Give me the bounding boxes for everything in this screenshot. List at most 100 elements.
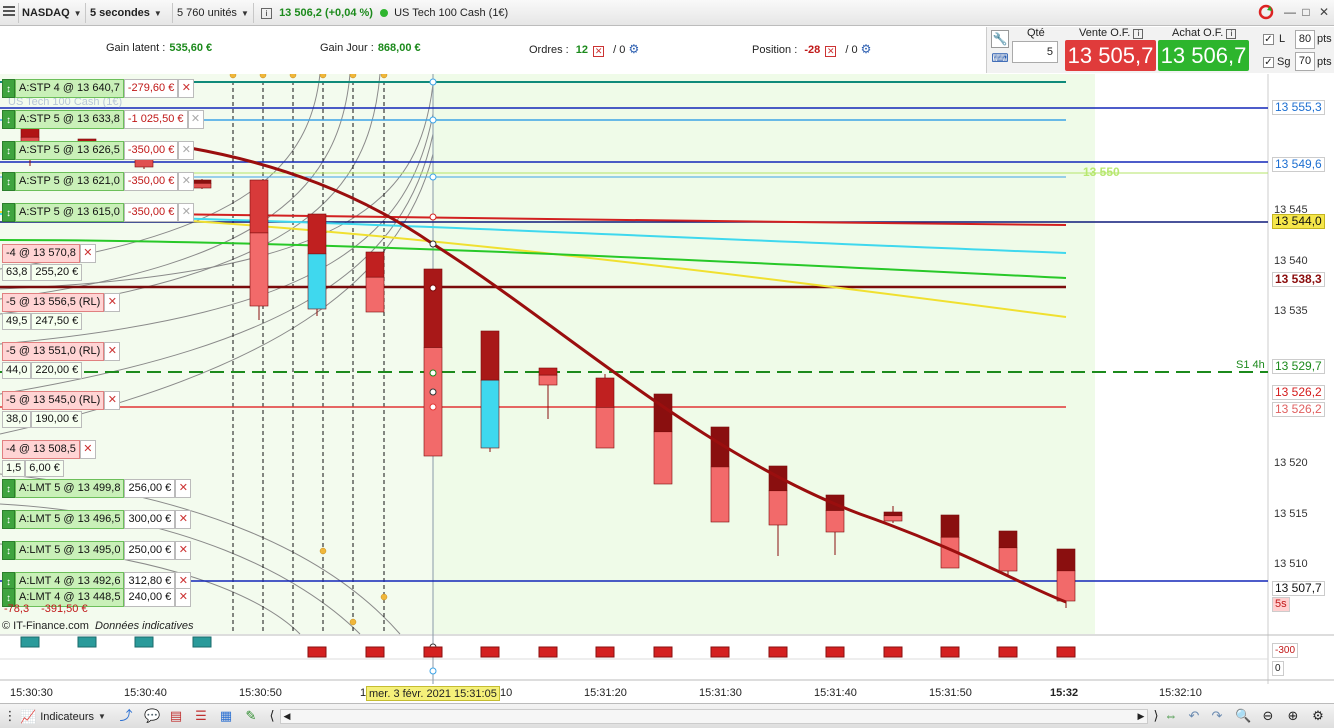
candle-body[interactable] [538,367,558,376]
candle-body[interactable] [1056,548,1076,572]
stop-order-tag[interactable]: ↕ A:STP 5 @ 13 615,0 -350,00 € ✕ [2,203,195,222]
share-icon[interactable]: ⤴ [118,708,134,724]
candle-body[interactable] [192,179,212,184]
position-tag[interactable]: -4 @ 13 570,8 ✕ [2,244,96,263]
limit-checkbox[interactable]: ✓ [1263,34,1274,45]
orderbook-icon[interactable]: ▤ [168,708,184,724]
drag-handle-icon[interactable]: ↕ [2,479,15,498]
interval-selector[interactable]: 5 secondes ▼ [90,4,162,22]
buy-button[interactable]: 13 506,7 [1158,40,1249,71]
cancel-order-icon[interactable]: ✕ [175,510,192,529]
wrench-icon[interactable]: 🔧 [991,30,1009,48]
stop-order-tag[interactable]: ↕ A:STP 5 @ 13 621,0 -350,00 € ✕ [2,172,195,191]
price-axis-label[interactable]: 13 555,3 [1272,100,1325,115]
zoom-out-icon[interactable]: ⊖ [1260,708,1276,724]
candle-body[interactable] [480,330,500,381]
close-position-icon[interactable]: ✕ [79,440,96,459]
candle-body[interactable] [940,514,960,538]
candle-body[interactable] [883,511,903,517]
list-icon[interactable]: ☰ [193,708,209,724]
candle-body[interactable] [249,232,269,307]
drag-handle-icon[interactable]: ↕ [2,110,15,129]
close-position-icon[interactable]: ✕ [104,342,121,361]
close-icon[interactable]: ✕ [1316,4,1332,20]
stop-points-input[interactable]: 70 [1295,52,1315,71]
sell-button[interactable]: 13 505,7 [1065,40,1156,71]
gears-icon[interactable]: ⚙ [628,42,639,56]
quantity-input[interactable]: 5 [1012,41,1058,63]
gears-icon[interactable]: ⚙ [861,42,872,56]
minimize-icon[interactable]: — [1282,4,1298,20]
candle-body[interactable] [423,347,443,457]
time-scrollbar[interactable]: ◀ ▶ [280,709,1148,724]
candle-body[interactable] [365,251,385,278]
fit-screen-icon[interactable]: ⇔ [1163,708,1179,724]
scroll-right-icon[interactable]: ⟩ [1148,708,1164,724]
draw-icon[interactable]: ✎ [243,708,259,724]
price-axis-label[interactable]: 13 538,3 [1272,272,1325,287]
drag-handle-icon[interactable]: ↕ [2,541,15,560]
limit-order-tag[interactable]: ↕ A:LMT 5 @ 13 499,8 256,00 € ✕ [2,479,192,498]
cancel-order-icon[interactable]: ✕ [178,203,195,222]
redo-icon[interactable]: ↷ [1209,708,1225,724]
candle-body[interactable] [595,407,615,449]
drag-handle-icon[interactable]: ↕ [2,203,15,222]
drag-handle-icon[interactable]: ↕ [2,510,15,529]
drag-handle-icon[interactable]: ↕ [2,141,15,160]
candle-body[interactable] [480,379,500,449]
price-axis-label[interactable]: 13 526,2 [1272,402,1325,417]
scroll-left-icon[interactable]: ⟨ [264,708,280,724]
close-position-icon[interactable]: ✕ [79,244,96,263]
candle-body[interactable] [20,127,40,138]
undo-icon[interactable]: ↶ [1186,708,1202,724]
price-chart[interactable]: US Tech 100 Cash (1€) 13 550 S1 4h © IT-… [0,74,1334,684]
grip-icon[interactable]: ⋮ [2,708,18,724]
candle-body[interactable] [768,490,788,526]
position-tag[interactable]: -5 @ 13 556,5 (RL) ✕ [2,293,121,312]
cancel-order-icon[interactable]: ✕ [178,141,195,160]
stop-order-tag[interactable]: ↕ A:STP 5 @ 13 633,8 -1 025,50 € ✕ [2,110,204,129]
cancel-order-icon[interactable]: ✕ [178,172,195,191]
chart-canvas[interactable] [0,74,1334,684]
candle-body[interactable] [192,183,212,189]
candle-body[interactable] [595,377,615,408]
drag-handle-icon[interactable]: ↕ [2,79,15,98]
candle-body[interactable] [825,510,845,533]
stop-order-tag[interactable]: ↕ A:STP 5 @ 13 626,5 -350,00 € ✕ [2,141,195,160]
candle-body[interactable] [998,530,1018,549]
price-axis-label[interactable]: 13 529,7 [1272,359,1325,374]
info-icon[interactable]: i [1133,29,1144,39]
price-axis-label[interactable]: 13 526,2 [1272,385,1325,400]
cancel-order-icon[interactable]: ✕ [175,479,192,498]
candle-body[interactable] [249,179,269,234]
candle-body[interactable] [307,253,327,310]
stop-checkbox[interactable]: ✓ [1263,57,1274,68]
position-tag[interactable]: -4 @ 13 508,5 ✕ [2,440,96,459]
position-tag[interactable]: -5 @ 13 551,0 (RL) ✕ [2,342,121,361]
indicators-button[interactable]: 📈 Indicateurs ▼ [20,707,106,726]
candle-body[interactable] [423,268,443,348]
close-position-icon[interactable]: ✕ [104,391,121,410]
limit-order-tag[interactable]: ↕ A:LMT 5 @ 13 495,0 250,00 € ✕ [2,541,192,560]
candle-body[interactable] [998,547,1018,572]
keyboard-icon[interactable]: ⌨ [991,51,1009,65]
close-position-icon[interactable]: ✕ [104,293,121,312]
scroll-left-arrow[interactable]: ◀ [281,710,293,723]
cancel-orders-icon[interactable]: ✕ [593,46,605,57]
candle-body[interactable] [365,276,385,313]
stop-order-tag[interactable]: ↕ A:STP 4 @ 13 640,7 -279,60 € ✕ [2,79,195,98]
refresh-icon[interactable] [1257,3,1274,20]
position-tag[interactable]: -5 @ 13 545,0 (RL) ✕ [2,391,121,410]
limit-points-input[interactable]: 80 [1295,30,1315,49]
close-position-icon[interactable]: ✕ [825,46,837,57]
cancel-order-icon[interactable]: ✕ [175,588,192,607]
candle-body[interactable] [1056,570,1076,602]
cancel-order-icon[interactable]: ✕ [175,541,192,560]
units-selector[interactable]: 5 760 unités ▼ [177,4,249,22]
candle-body[interactable] [653,393,673,433]
price-axis-label[interactable]: 13 549,6 [1272,157,1325,172]
info-icon[interactable]: i [261,8,272,19]
price-axis-label[interactable]: 5s [1272,597,1290,612]
limit-order-tag[interactable]: ↕ A:LMT 5 @ 13 496,5 300,00 € ✕ [2,510,192,529]
info-icon[interactable]: i [1226,29,1237,39]
